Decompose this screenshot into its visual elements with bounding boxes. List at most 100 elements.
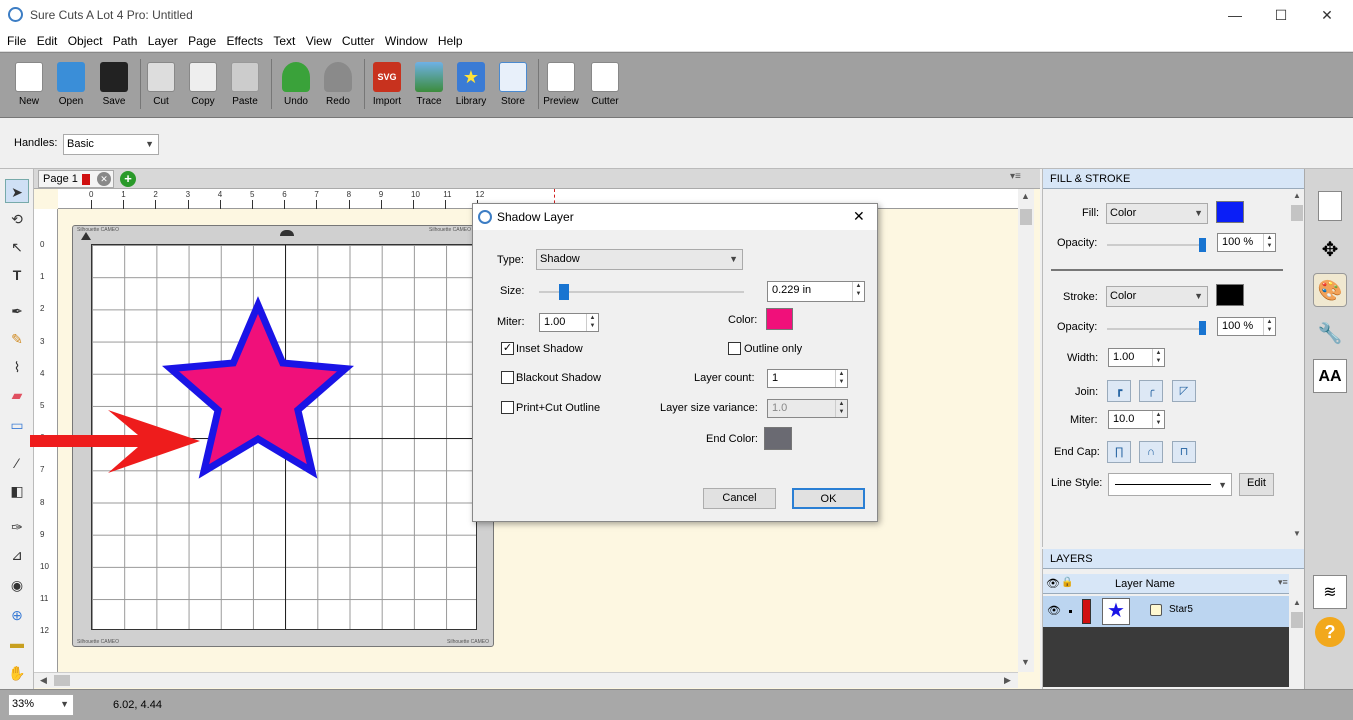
layer-name[interactable]: Star5: [1169, 604, 1193, 615]
line-style-select[interactable]: ▼: [1108, 473, 1232, 496]
palette-icon[interactable]: 🎨: [1313, 273, 1347, 307]
stroke-opacity-slider[interactable]: [1107, 328, 1203, 330]
stroke-type-select[interactable]: Color ▼: [1106, 286, 1208, 307]
stroke-opacity-thumb[interactable]: [1199, 321, 1206, 335]
redo-button[interactable]: Redo: [317, 59, 359, 115]
width-input[interactable]: 1.00 ▲ ▼: [1108, 348, 1165, 367]
miter-join-icon[interactable]: ┏: [1107, 380, 1131, 402]
stroke-miter-spinner-icon[interactable]: ▲ ▼: [1152, 411, 1164, 428]
fill-opacity-slider[interactable]: [1107, 244, 1203, 246]
print-cut-outline-checkbox[interactable]: [501, 401, 514, 414]
help-icon[interactable]: ?: [1315, 617, 1345, 647]
zoom-tool-icon[interactable]: ⊕: [5, 603, 29, 627]
text-tool-icon[interactable]: T: [5, 263, 29, 287]
size-slider-thumb[interactable]: [558, 284, 569, 300]
cancel-button[interactable]: Cancel: [703, 488, 776, 509]
eraser-tool-icon[interactable]: ▰: [5, 383, 29, 407]
cutter-button[interactable]: Cutter: [584, 59, 626, 115]
cut-button[interactable]: Cut: [140, 59, 182, 115]
lasso-tool-icon[interactable]: ⟲: [5, 207, 29, 231]
round-cap-icon[interactable]: ∩: [1139, 441, 1163, 463]
scroll-thumb[interactable]: [1291, 612, 1303, 628]
menu-page[interactable]: Page: [181, 30, 216, 52]
variance-spinner-icon[interactable]: ▲ ▼: [835, 400, 847, 417]
fill-opacity-input[interactable]: 100 % ▲ ▼: [1217, 233, 1276, 252]
square-cap-icon[interactable]: ⊓: [1172, 441, 1196, 463]
brush-tool-icon[interactable]: ⌇: [5, 355, 29, 379]
round-join-icon[interactable]: ╭: [1139, 380, 1163, 402]
eyedropper-tool-icon[interactable]: ⁄: [5, 451, 29, 475]
preview-button[interactable]: Preview: [540, 59, 582, 115]
select-tool-icon[interactable]: ➤: [5, 179, 29, 203]
scroll-right-icon[interactable]: ▶: [1004, 675, 1011, 686]
bevel-join-icon[interactable]: ◸: [1172, 380, 1196, 402]
layer-count-input[interactable]: 1 ▲ ▼: [767, 369, 848, 388]
vertical-scrollbar[interactable]: ▲ ▼: [1018, 189, 1034, 672]
import-button[interactable]: SVG Import: [366, 59, 408, 115]
fill-type-select[interactable]: Color ▼: [1106, 203, 1208, 224]
handles-select[interactable]: Basic ▼: [63, 134, 159, 155]
open-button[interactable]: Open: [50, 59, 92, 115]
menu-object[interactable]: Object: [61, 30, 103, 52]
layers-scrollbar[interactable]: ▲: [1289, 596, 1305, 687]
panel-menu-icon[interactable]: ▾≡: [1010, 171, 1021, 182]
ruler-tool-icon[interactable]: ▬: [5, 631, 29, 655]
trace-button[interactable]: Trace: [408, 59, 450, 115]
pencil-tool-icon[interactable]: ✎: [5, 327, 29, 351]
menu-text[interactable]: Text: [266, 30, 295, 52]
size-slider[interactable]: [539, 291, 744, 293]
butt-cap-icon[interactable]: ∏: [1107, 441, 1131, 463]
zoom-select[interactable]: 33% ▼: [8, 694, 74, 716]
fill-opacity-spinner-icon[interactable]: ▲ ▼: [1263, 234, 1275, 251]
close-button[interactable]: ✕: [1304, 0, 1350, 30]
page-tab[interactable]: Page 1 ✕: [38, 170, 114, 188]
close-page-icon[interactable]: ✕: [97, 172, 111, 186]
text-size-icon[interactable]: AA: [1313, 359, 1347, 393]
scroll-up-icon[interactable]: ▲: [1293, 598, 1301, 607]
line-style-edit-button[interactable]: Edit: [1239, 473, 1274, 496]
horizontal-scrollbar[interactable]: ◀ ▶: [34, 672, 1018, 688]
inset-shadow-checkbox[interactable]: ✓: [501, 342, 514, 355]
stroke-miter-input[interactable]: 10.0 ▲ ▼: [1108, 410, 1165, 429]
shadow-color-swatch[interactable]: [766, 308, 793, 330]
shape-tool-icon[interactable]: ▭: [5, 413, 29, 437]
fill-color-swatch[interactable]: [1216, 201, 1244, 223]
miter-spinner-icon[interactable]: ▲ ▼: [586, 314, 598, 331]
menu-effects[interactable]: Effects: [220, 30, 263, 52]
scroll-left-icon[interactable]: ◀: [40, 675, 47, 686]
menu-view[interactable]: View: [299, 30, 332, 52]
fill-opacity-thumb[interactable]: [1199, 238, 1206, 252]
weld-tool-icon[interactable]: ◉: [5, 573, 29, 597]
wrench-icon[interactable]: 🔧: [1313, 317, 1347, 351]
scroll-down-icon[interactable]: ▼: [1021, 657, 1030, 667]
menu-cutter[interactable]: Cutter: [335, 30, 375, 52]
menu-file[interactable]: File: [0, 30, 26, 52]
blackout-shadow-checkbox[interactable]: [501, 371, 514, 384]
store-button[interactable]: Store: [492, 59, 534, 115]
layer-count-spinner-icon[interactable]: ▲ ▼: [835, 370, 847, 387]
node-edit-tool-icon[interactable]: ↖: [5, 235, 29, 259]
menu-layer[interactable]: Layer: [141, 30, 178, 52]
width-spinner-icon[interactable]: ▲ ▼: [1152, 349, 1164, 366]
size-input[interactable]: 0.229 in ▲ ▼: [767, 281, 865, 302]
menu-window[interactable]: Window: [378, 30, 428, 52]
layers-stack-icon[interactable]: ≋: [1313, 575, 1347, 609]
menu-path[interactable]: Path: [106, 30, 138, 52]
scroll-thumb[interactable]: [1020, 209, 1032, 225]
stroke-opacity-spinner-icon[interactable]: ▲ ▼: [1263, 318, 1275, 335]
menu-edit[interactable]: Edit: [30, 30, 58, 52]
scroll-thumb[interactable]: [54, 675, 70, 686]
undo-button[interactable]: Undo: [275, 59, 317, 115]
copy-button[interactable]: Copy: [182, 59, 224, 115]
stroke-opacity-input[interactable]: 100 % ▲ ▼: [1217, 317, 1276, 336]
stroke-color-swatch[interactable]: [1216, 284, 1244, 306]
layer-visible-icon[interactable]: 👁: [1047, 604, 1061, 617]
scroll-down-icon[interactable]: ▼: [1293, 529, 1301, 538]
gradient-tool-icon[interactable]: ◧: [5, 479, 29, 503]
library-button[interactable]: ★ Library: [450, 59, 492, 115]
path-tool-icon[interactable]: ⊿: [5, 543, 29, 567]
layer-unlocked-dot[interactable]: [1069, 610, 1072, 613]
size-spinner-icon[interactable]: ▲ ▼: [852, 282, 864, 301]
type-select[interactable]: Shadow ▼: [536, 249, 743, 270]
outline-only-checkbox[interactable]: [728, 342, 741, 355]
